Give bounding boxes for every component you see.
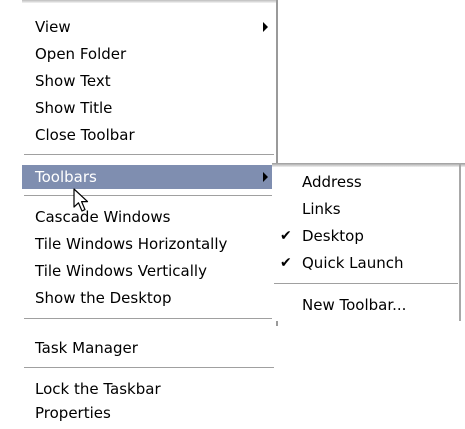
menu-item-label: Open Folder: [35, 45, 127, 63]
menu-item-task-manager[interactable]: Task Manager: [22, 336, 275, 360]
submenu-right-edge: [459, 163, 461, 321]
menu-separator: [24, 154, 274, 156]
checkmark-icon: ✔: [280, 228, 292, 244]
menu-item-label: Show Text: [35, 72, 111, 90]
menu-item-view[interactable]: View: [22, 15, 275, 39]
menu-item-close-toolbar[interactable]: Close Toolbar: [22, 123, 275, 147]
submenu-item-quick-launch[interactable]: ✔ Quick Launch: [272, 251, 457, 275]
menu-item-tile-vertically[interactable]: Tile Windows Vertically: [22, 259, 275, 283]
menu-item-label: Lock the Taskbar: [35, 380, 161, 398]
menu-item-label: Toolbars: [35, 168, 97, 186]
submenu-arrow-icon: [263, 22, 268, 32]
taskbar-context-menu: View Open Folder Show Text Show Title Cl…: [22, 0, 278, 429]
menu-item-label: Close Toolbar: [35, 126, 135, 144]
menu-item-label: Task Manager: [35, 339, 138, 357]
menu-item-cascade-windows[interactable]: Cascade Windows: [22, 205, 275, 229]
menu-item-label: Properties: [35, 404, 111, 422]
menu-item-label: Show Title: [35, 99, 113, 117]
submenu-item-label: Address: [302, 173, 362, 191]
submenu-item-label: Links: [302, 200, 341, 218]
menu-item-show-title[interactable]: Show Title: [22, 96, 275, 120]
menu-item-open-folder[interactable]: Open Folder: [22, 42, 275, 66]
toolbars-submenu: Address Links ✔ Desktop ✔ Quick Launch N…: [272, 163, 465, 321]
submenu-item-links[interactable]: Links: [272, 197, 457, 221]
menu-item-label: Cascade Windows: [35, 208, 171, 226]
menu-item-label: View: [35, 18, 71, 36]
submenu-item-address[interactable]: Address: [272, 170, 457, 194]
menu-item-show-desktop[interactable]: Show the Desktop: [22, 286, 275, 310]
menu-top-edge: [22, 0, 278, 3]
menu-item-label: Tile Windows Vertically: [35, 262, 207, 280]
menu-item-show-text[interactable]: Show Text: [22, 69, 275, 93]
mouse-pointer-icon: [73, 188, 89, 212]
checkmark-icon: ✔: [280, 255, 292, 271]
submenu-item-label: New Toolbar...: [302, 296, 407, 314]
menu-item-tile-horizontally[interactable]: Tile Windows Horizontally: [22, 232, 275, 256]
menu-item-properties[interactable]: Properties: [22, 401, 275, 425]
menu-item-label: Show the Desktop: [35, 289, 172, 307]
submenu-item-label: Desktop: [302, 227, 364, 245]
menu-separator: [24, 318, 274, 320]
menu-item-lock-taskbar[interactable]: Lock the Taskbar: [22, 377, 275, 401]
submenu-item-label: Quick Launch: [302, 254, 404, 272]
submenu-item-new-toolbar[interactable]: New Toolbar...: [272, 293, 457, 317]
submenu-separator: [274, 283, 458, 285]
submenu-arrow-icon: [263, 172, 268, 182]
submenu-top-edge: [272, 163, 465, 167]
menu-item-toolbars[interactable]: Toolbars: [22, 165, 275, 189]
menu-item-label: Tile Windows Horizontally: [35, 235, 228, 253]
menu-separator: [24, 367, 274, 369]
menu-separator: [24, 195, 274, 197]
submenu-item-desktop[interactable]: ✔ Desktop: [272, 224, 457, 248]
